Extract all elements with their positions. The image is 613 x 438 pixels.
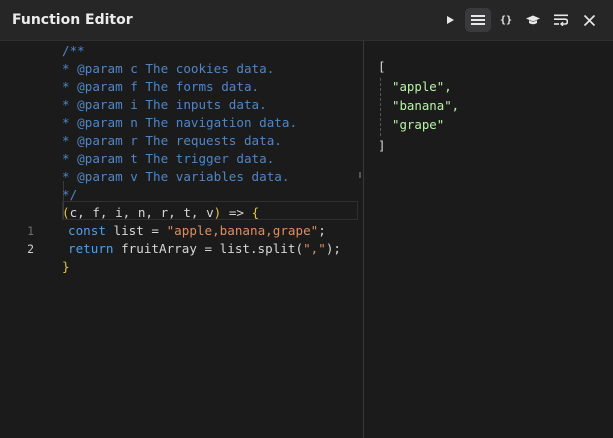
function-signature: (c, f, i, n, r, t, v) => { <box>62 204 259 222</box>
comment-line: */ <box>62 187 78 202</box>
comment-line: * @param v The variables data. <box>62 169 290 184</box>
word-wrap-icon <box>554 14 568 26</box>
close-bracket: ] <box>378 138 386 153</box>
json-item: "apple", <box>392 79 452 94</box>
string-literal: "," <box>303 241 326 256</box>
code-text: ); <box>325 241 341 256</box>
comment-line: * @param c The cookies data. <box>62 61 275 76</box>
json-indent-guide <box>380 78 381 136</box>
braces-icon: {} <box>499 14 513 26</box>
line-number: 1 <box>27 224 34 238</box>
params: c, f, i, n, r, t, v <box>69 205 214 220</box>
close-button[interactable] <box>576 8 602 32</box>
code-text: ; <box>318 223 326 238</box>
word-wrap-button[interactable] <box>548 8 574 32</box>
scroll-marker <box>359 172 361 178</box>
run-button[interactable] <box>437 8 463 32</box>
code-text: fruitArray = list.split( <box>113 241 304 256</box>
comment-line: /** <box>62 43 85 58</box>
close-brace: } <box>62 259 70 274</box>
keyword: const <box>68 223 106 238</box>
window-title: Function Editor <box>12 12 133 28</box>
code-line: const list = "apple,banana,grape"; <box>68 222 326 240</box>
json-view-button[interactable]: {} <box>493 8 519 32</box>
json-item: "banana", <box>392 98 460 113</box>
json-item: "grape" <box>392 117 445 132</box>
string-literal: "apple,banana,grape" <box>166 223 319 238</box>
open-brace: { <box>251 205 260 220</box>
open-paren: ( <box>62 205 70 220</box>
arrow: => <box>221 205 252 220</box>
tutorial-button[interactable] <box>520 8 546 32</box>
close-icon <box>583 14 595 26</box>
list-view-button[interactable] <box>465 8 491 32</box>
open-bracket: [ <box>378 59 386 74</box>
code-line: return fruitArray = list.split(","); <box>68 240 341 258</box>
title-bar: Function Editor {} <box>0 0 613 41</box>
keyword: return <box>68 241 114 256</box>
comment-line: * @param f The forms data. <box>62 79 260 94</box>
play-icon <box>447 16 454 24</box>
comment-line: * @param i The inputs data. <box>62 97 267 112</box>
list-view-icon <box>471 15 485 25</box>
grad-cap-icon <box>526 15 540 25</box>
comment-line: * @param n The navigation data. <box>62 115 298 130</box>
comment-line: * @param r The requests data. <box>62 133 282 148</box>
code-text: list = <box>105 223 167 238</box>
comment-line: * @param t The trigger data. <box>62 151 275 166</box>
line-number: 2 <box>27 242 34 256</box>
